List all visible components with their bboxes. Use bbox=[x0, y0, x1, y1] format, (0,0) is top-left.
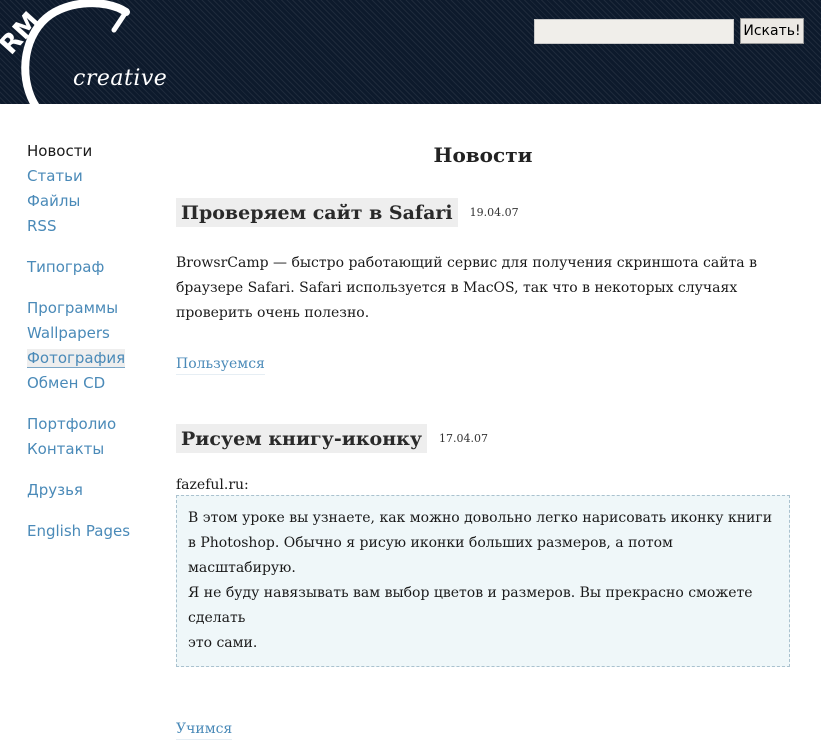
sidebar-item-files[interactable]: Файлы bbox=[27, 189, 157, 214]
post-book-icon: Рисуем книгу-иконку 17.04.07 fazeful.ru:… bbox=[176, 422, 790, 740]
logo-rm-text: RM bbox=[0, 7, 47, 61]
sidebar-item-english-pages[interactable]: English Pages bbox=[27, 519, 157, 544]
post-title[interactable]: Проверяем сайт в Safari bbox=[176, 197, 458, 227]
post-date: 17.04.07 bbox=[439, 431, 488, 445]
search-input[interactable] bbox=[534, 19, 734, 44]
nav-group-about: Портфолио Контакты bbox=[27, 412, 157, 462]
nav-group-main: Новости Статьи Файлы RSS bbox=[27, 139, 157, 239]
post-date: 19.04.07 bbox=[469, 205, 519, 219]
sidebar-item-photography[interactable]: Фотография bbox=[27, 346, 157, 371]
post-safari: Проверяем сайт в Safari 19.04.07 BrowsrC… bbox=[176, 196, 790, 375]
sidebar-item-typograph[interactable]: Типограф bbox=[27, 255, 157, 280]
nav-group-typograph: Типограф bbox=[27, 255, 157, 280]
post-link-wrap: Учимся bbox=[176, 718, 790, 740]
main-content: Новости Проверяем сайт в Safari 19.04.07… bbox=[176, 139, 790, 740]
sidebar-item-programs[interactable]: Программы bbox=[27, 296, 157, 321]
post-header: Проверяем сайт в Safari 19.04.07 bbox=[176, 196, 790, 228]
logo-text: creative bbox=[73, 66, 168, 91]
post-read-more-link[interactable]: Пользуемся bbox=[176, 354, 265, 375]
post-read-more-link[interactable]: Учимся bbox=[176, 719, 233, 740]
quote-line: В этом уроке вы узнаете, как можно довол… bbox=[188, 510, 773, 526]
post-title[interactable]: Рисуем книгу-иконку bbox=[176, 423, 428, 453]
post-link-wrap: Пользуемся bbox=[176, 353, 790, 375]
nav-group-content: Программы Wallpapers Фотография Обмен CD bbox=[27, 296, 157, 396]
quote-line: в Photoshop. Обычно я рисую иконки больш… bbox=[188, 535, 673, 576]
sidebar-item-portfolio[interactable]: Портфолио bbox=[27, 412, 157, 437]
quote-source: fazeful.ru: bbox=[176, 477, 249, 493]
nav-group-friends: Друзья bbox=[27, 478, 157, 503]
sidebar-item-articles[interactable]: Статьи bbox=[27, 164, 157, 189]
nav-group-english: English Pages bbox=[27, 519, 157, 544]
sidebar-item-news[interactable]: Новости bbox=[27, 139, 157, 164]
sidebar-item-rss[interactable]: RSS bbox=[27, 214, 157, 239]
sidebar-item-contacts[interactable]: Контакты bbox=[27, 437, 157, 462]
sidebar-item-wallpapers[interactable]: Wallpapers bbox=[27, 321, 157, 346]
sidebar-nav: Новости Статьи Файлы RSS Типограф Програ… bbox=[27, 139, 157, 560]
post-body: BrowsrCamp — быстро работающий сервис дл… bbox=[176, 255, 757, 321]
post-header: Рисуем книгу-иконку 17.04.07 bbox=[176, 422, 790, 454]
sidebar-item-friends[interactable]: Друзья bbox=[27, 478, 157, 503]
page-title: Новости bbox=[433, 143, 533, 167]
site-logo[interactable]: RM creative bbox=[0, 0, 170, 104]
quote-box: В этом уроке вы узнаете, как можно довол… bbox=[176, 495, 790, 667]
quote-line: Я не буду навязывать вам выбор цветов и … bbox=[188, 585, 753, 626]
site-header: RM creative Искать! bbox=[0, 0, 821, 104]
sidebar-item-cd-exchange[interactable]: Обмен CD bbox=[27, 371, 157, 396]
search-button[interactable]: Искать! bbox=[740, 18, 804, 44]
quote-line: это сами. bbox=[188, 635, 258, 651]
